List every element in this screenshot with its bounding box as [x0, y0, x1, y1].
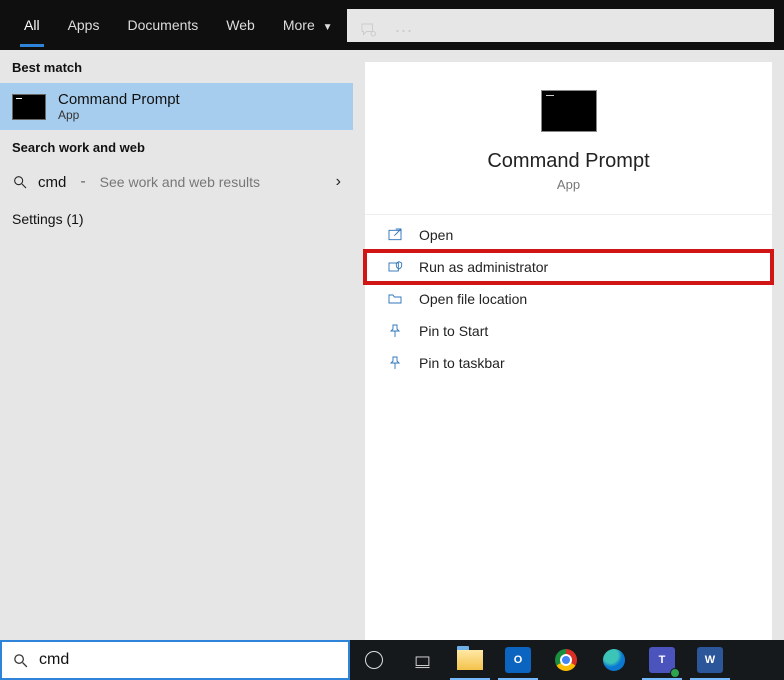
- taskbar-search[interactable]: [0, 640, 350, 680]
- edge-icon: [603, 649, 625, 671]
- result-title: Command Prompt: [58, 91, 180, 108]
- action-pin-start-label: Pin to Start: [419, 323, 488, 339]
- detail-pane: Command Prompt App Open Run as administr…: [365, 62, 772, 640]
- folder-icon: [387, 291, 403, 307]
- outlook-button[interactable]: O: [494, 640, 542, 680]
- teams-button[interactable]: T: [638, 640, 686, 680]
- open-icon: [387, 227, 403, 243]
- outlook-icon: O: [505, 647, 531, 673]
- task-view-icon: [414, 652, 431, 669]
- chevron-right-icon: ›: [336, 173, 341, 191]
- action-run-as-administrator[interactable]: Run as administrator: [365, 251, 772, 283]
- search-filter-tabs: All Apps Documents Web More ▼ ⋯: [0, 0, 784, 50]
- action-pin-taskbar-label: Pin to taskbar: [419, 355, 505, 371]
- chevron-down-icon: ▼: [323, 22, 333, 33]
- tab-more-label: More: [283, 17, 315, 33]
- edge-button[interactable]: [590, 640, 638, 680]
- taskbar: O T W: [0, 640, 784, 680]
- pin-icon: [387, 323, 403, 339]
- detail-title: Command Prompt: [487, 150, 649, 173]
- result-subtitle: App: [58, 108, 180, 122]
- cortana-icon: [365, 651, 383, 669]
- best-match-result[interactable]: Command Prompt App: [0, 83, 353, 130]
- word-button[interactable]: W: [686, 640, 734, 680]
- status-badge: [670, 668, 680, 678]
- task-view-button[interactable]: [398, 640, 446, 680]
- search-hint: See work and web results: [100, 174, 260, 190]
- web-search-suggestion[interactable]: cmd - See work and web results ›: [0, 163, 353, 201]
- search-icon: [12, 652, 29, 669]
- tab-all[interactable]: All: [10, 3, 54, 47]
- tab-more[interactable]: More ▼: [269, 3, 347, 47]
- search-icon: [12, 174, 28, 190]
- action-run-admin-label: Run as administrator: [419, 259, 548, 275]
- search-term: cmd: [38, 174, 66, 191]
- settings-group[interactable]: Settings (1): [0, 201, 353, 237]
- action-open[interactable]: Open: [365, 219, 772, 251]
- tab-apps[interactable]: Apps: [54, 3, 114, 47]
- best-match-header: Best match: [0, 50, 353, 83]
- tab-web[interactable]: Web: [212, 3, 269, 47]
- detail-subtitle: App: [557, 177, 580, 192]
- action-open-file-location[interactable]: Open file location: [365, 283, 772, 315]
- chrome-button[interactable]: [542, 640, 590, 680]
- action-open-loc-label: Open file location: [419, 291, 527, 307]
- more-options-icon[interactable]: ⋯: [395, 21, 415, 42]
- tab-documents[interactable]: Documents: [113, 3, 212, 47]
- action-open-label: Open: [419, 227, 453, 243]
- shield-admin-icon: [387, 259, 403, 275]
- command-prompt-icon: [541, 90, 597, 132]
- file-explorer-button[interactable]: [446, 640, 494, 680]
- cortana-button[interactable]: [350, 640, 398, 680]
- feedback-icon[interactable]: [359, 21, 377, 42]
- pin-icon: [387, 355, 403, 371]
- word-icon: W: [697, 647, 723, 673]
- search-web-header: Search work and web: [0, 130, 353, 163]
- results-panel: Best match Command Prompt App Search wor…: [0, 50, 353, 640]
- command-prompt-icon: [12, 94, 46, 120]
- action-pin-to-taskbar[interactable]: Pin to taskbar: [365, 347, 772, 379]
- search-input[interactable]: [39, 651, 338, 669]
- chrome-icon: [555, 649, 577, 671]
- file-explorer-icon: [457, 650, 483, 670]
- action-pin-to-start[interactable]: Pin to Start: [365, 315, 772, 347]
